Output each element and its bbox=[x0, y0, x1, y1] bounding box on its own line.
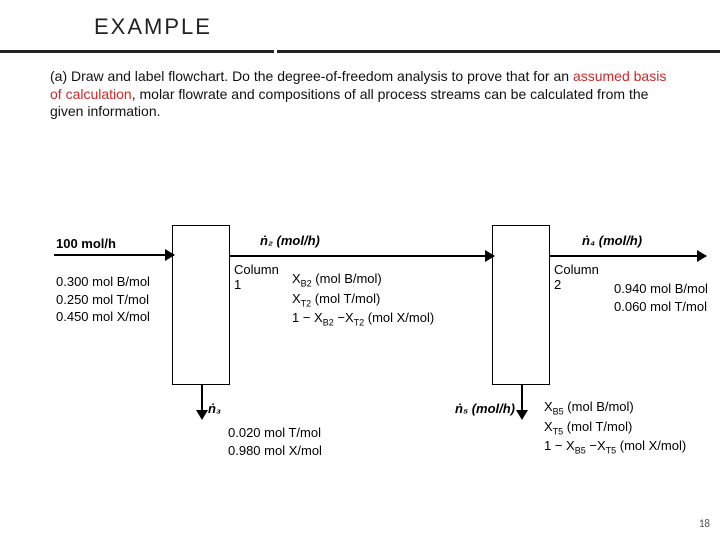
feed-composition: 0.300 mol B/mol 0.250 mol T/mol 0.450 mo… bbox=[56, 273, 150, 326]
stream-n5-composition: XB5 (mol B/mol)XT5 (mol T/mol)1 − XB5 −X… bbox=[544, 398, 686, 457]
stream-n2-composition: XB2 (mol B/mol)XT2 (mol T/mol)1 − XB2 −X… bbox=[292, 270, 434, 329]
arrow-n5-head bbox=[516, 410, 528, 420]
stream-n3-label: ṅ₃ bbox=[208, 400, 221, 418]
stream-n4-label: ṅ₄ (mol/h) bbox=[582, 232, 642, 250]
arrow-n5-stub bbox=[521, 385, 523, 411]
stream-n5-label: ṅ₅ (mol/h) bbox=[455, 400, 515, 418]
arrow-n3-stub bbox=[201, 385, 203, 411]
arrow-n2 bbox=[230, 255, 494, 257]
arrow-feed bbox=[54, 254, 174, 256]
page-title: EXAMPLE bbox=[94, 14, 212, 40]
arrow-n3-head bbox=[196, 410, 208, 420]
stream-n4-composition: 0.940 mol B/mol 0.060 mol T/mol bbox=[614, 280, 708, 315]
stream-n3-composition: 0.020 mol T/mol 0.980 mol X/mol bbox=[228, 424, 322, 459]
stream-n2-label: ṅ₂ (mol/h) bbox=[260, 232, 320, 250]
column-2-box bbox=[492, 225, 550, 385]
column-1-box bbox=[172, 225, 230, 385]
question-text: (a) Draw and label flowchart. Do the deg… bbox=[50, 68, 670, 121]
question-pre: (a) Draw and label flowchart. Do the deg… bbox=[50, 68, 573, 84]
title-underline-right bbox=[277, 50, 720, 53]
question-post: , molar flowrate and compositions of all… bbox=[50, 86, 648, 120]
column-2-label: Column 2 bbox=[554, 262, 604, 292]
arrow-n4 bbox=[550, 255, 706, 257]
title-underline-left bbox=[0, 50, 274, 53]
feed-rate: 100 mol/h bbox=[56, 235, 116, 253]
page-number: 18 bbox=[699, 517, 710, 530]
column-1-label: Column 1 bbox=[234, 262, 284, 292]
